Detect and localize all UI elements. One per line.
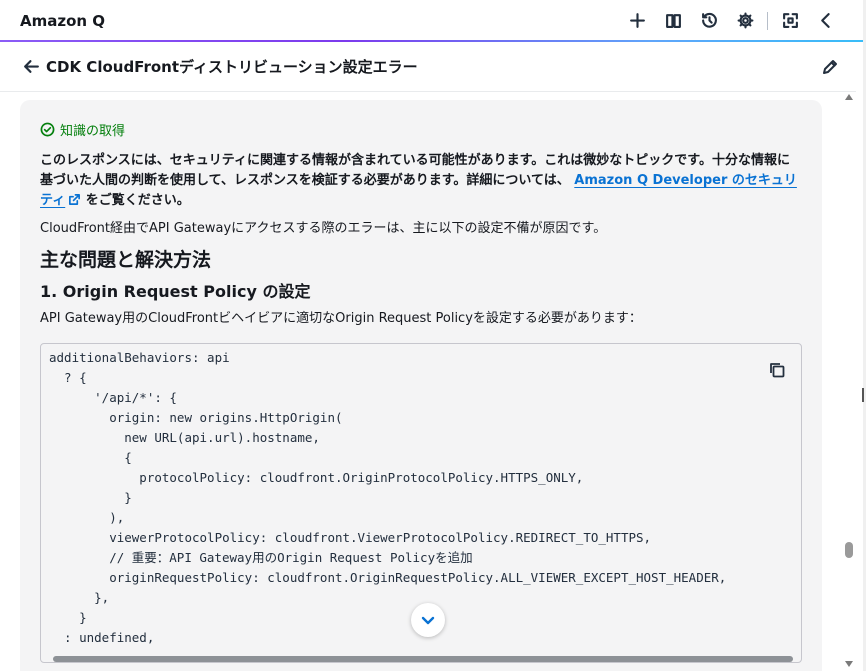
check-circle-icon (40, 122, 55, 137)
conversation-title: CDK CloudFrontディストリビューション設定エラー (46, 58, 418, 76)
resize-handle[interactable] (862, 388, 864, 402)
scroll-to-bottom-button[interactable] (411, 603, 445, 637)
acknowledgement-text: 知識の取得 (60, 124, 126, 139)
acknowledgement-badge: 知識の取得 (40, 120, 802, 139)
code-line: new URL(api.url).hostname, (49, 430, 320, 445)
collapse-panel-button[interactable] (808, 5, 844, 37)
code-line: { (49, 450, 132, 465)
scroll-up-arrow[interactable] (845, 94, 853, 100)
vertical-scrollbar[interactable] (844, 92, 854, 671)
plus-icon (629, 13, 645, 28)
chevron-left-icon (820, 13, 830, 28)
prompt-library-button[interactable] (655, 5, 691, 37)
copy-code-button[interactable] (765, 358, 789, 382)
code-line: protocolPolicy: cloudfront.OriginProtoco… (49, 470, 584, 485)
book-icon (665, 14, 681, 28)
security-warning-suffix: をご覧ください。 (85, 193, 190, 208)
fullscreen-button[interactable] (772, 5, 808, 37)
scrollbar-thumb[interactable] (845, 542, 853, 558)
back-button[interactable] (20, 56, 42, 78)
sub-heading: 1. Origin Request Policy の設定 (40, 282, 311, 301)
conversation-bar: CDK CloudFrontディストリビューション設定エラー (0, 42, 856, 92)
code-line: additionalBehaviors: api (49, 350, 230, 365)
toolbar-divider (767, 11, 768, 30)
app-title: Amazon Q (20, 11, 106, 30)
history-button[interactable] (691, 5, 727, 37)
history-icon (701, 12, 717, 28)
response-card: 知識の取得 このレスポンスには、セキュリティに関連する情報が含まれている可能性が… (20, 100, 822, 671)
rename-conversation-button[interactable] (818, 55, 842, 79)
copy-icon (770, 363, 785, 378)
code-line: viewerProtocolPolicy: cloudfront.ViewerP… (49, 530, 652, 545)
arrow-left-icon (23, 60, 39, 73)
settings-button[interactable] (727, 5, 763, 37)
expand-icon (782, 13, 798, 28)
pencil-icon (823, 60, 837, 74)
code-line: origin: new origins.HttpOrigin( (49, 410, 343, 425)
code-line: ), (49, 510, 125, 525)
code-line: // 重要：API Gateway用のOrigin Request Policy… (49, 550, 473, 565)
intro-paragraph: CloudFront経由でAPI Gatewayにアクセスする際のエラーは、主に… (40, 221, 607, 236)
chevron-down-icon (421, 616, 435, 625)
sub-intro-paragraph: API Gateway用のCloudFrontビヘイビアに適切なOrigin R… (40, 311, 642, 326)
code-line: } (49, 490, 132, 505)
scroll-down-arrow[interactable] (845, 661, 853, 667)
header-toolbar (619, 0, 844, 41)
external-link-icon (68, 193, 81, 206)
new-chat-button[interactable] (619, 5, 655, 37)
security-warning: このレスポンスには、セキュリティに関連する情報が含まれている可能性があります。こ… (40, 151, 802, 211)
code-line: '/api/*': { (49, 390, 177, 405)
code-horizontal-scrollbar[interactable] (53, 656, 793, 662)
code-line: ? { (49, 370, 87, 385)
chat-scroll-area[interactable]: 知識の取得 このレスポンスには、セキュリティに関連する情報が含まれている可能性が… (0, 92, 842, 671)
main-heading: 主な問題と解決方法 (40, 249, 212, 271)
gear-icon (737, 12, 753, 29)
code-line: originRequestPolicy: cloudfront.OriginRe… (49, 570, 727, 585)
